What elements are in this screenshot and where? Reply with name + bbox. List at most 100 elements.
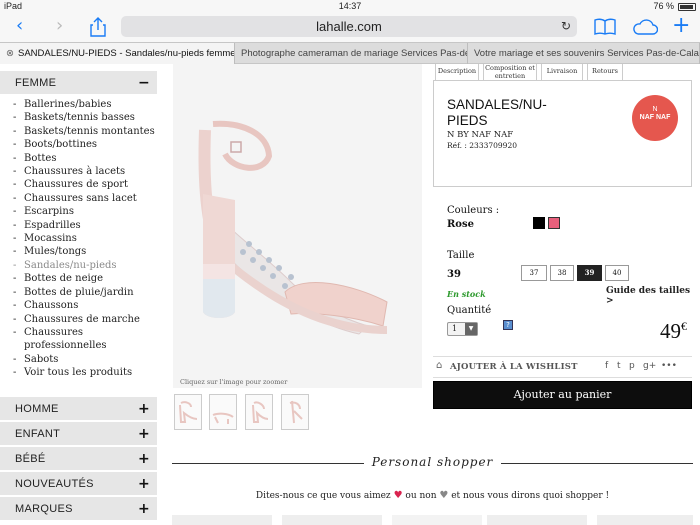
shopper-item-5[interactable] xyxy=(597,515,693,525)
size-40[interactable]: 40 xyxy=(605,265,629,281)
sidebar-section-marques[interactable]: MARQUES + xyxy=(0,497,157,521)
facebook-icon[interactable]: f xyxy=(605,361,608,371)
category-sidebar: FEMME − Ballerines/babiesBaskets/tennis … xyxy=(0,64,157,525)
battery-icon xyxy=(678,3,696,11)
section-title: MARQUES xyxy=(15,503,73,515)
help-icon[interactable]: ? xyxy=(503,320,513,330)
section-title: BÉBÉ xyxy=(15,453,46,465)
thumbnail-3[interactable] xyxy=(245,394,273,430)
close-icon[interactable]: ⊗ xyxy=(6,43,18,64)
url-text: lahalle.com xyxy=(316,19,382,34)
sidebar-category-item[interactable]: Chaussures professionnelles xyxy=(10,326,155,353)
size-label: Taille xyxy=(447,250,475,261)
tab-mariage[interactable]: Votre mariage et ses souvenirs Services … xyxy=(468,43,700,64)
pinterest-icon[interactable]: p xyxy=(629,361,635,371)
expand-icon[interactable]: + xyxy=(138,447,150,471)
clock: 14:37 xyxy=(338,1,362,11)
sidebar-category-item[interactable]: Espadrilles xyxy=(10,219,155,233)
status-bar: iPad 14:37 76 % xyxy=(0,0,700,13)
sidebar-category-item[interactable]: Chaussons xyxy=(10,299,155,313)
shopper-item-4[interactable] xyxy=(487,515,587,525)
size-39[interactable]: 39 xyxy=(577,265,602,281)
tab-livraison[interactable]: Livraison xyxy=(541,64,583,81)
swatch-black[interactable] xyxy=(533,217,545,229)
size-guide-link[interactable]: Guide des tailles > xyxy=(606,286,700,306)
add-to-cart-button[interactable]: Ajouter au panier xyxy=(433,381,692,409)
sidebar-category-item[interactable]: Baskets/tennis basses xyxy=(10,111,155,125)
product-image[interactable] xyxy=(173,64,422,388)
thumbnail-1[interactable] xyxy=(174,394,202,430)
quantity-select[interactable]: 1 ▼ xyxy=(447,322,478,336)
sidebar-category-item[interactable]: Chaussures sans lacet xyxy=(10,192,155,206)
brand-logo: N NAF NAF xyxy=(632,95,678,141)
wishlist-row: ⌂ AJOUTER À LA WISHLIST f t p g+ ••• xyxy=(433,356,692,378)
sidebar-category-item[interactable]: Escarpins xyxy=(10,205,155,219)
tab-photographe[interactable]: Photographe cameraman de mariage Service… xyxy=(235,43,468,64)
sidebar-category-item[interactable]: Sandales/nu-pieds xyxy=(10,259,155,273)
heart-like-icon[interactable]: ♥ xyxy=(394,490,403,501)
shopper-item-3[interactable] xyxy=(392,515,482,525)
sidebar-category-item[interactable]: Chaussures de sport xyxy=(10,178,155,192)
tab-description[interactable]: Description xyxy=(435,64,479,81)
tab-composition[interactable]: Composition et entretien xyxy=(483,64,537,81)
section-title: ENFANT xyxy=(15,428,61,440)
collapse-icon[interactable]: − xyxy=(138,71,150,95)
twitter-icon[interactable]: t xyxy=(617,361,621,371)
size-value: 39 xyxy=(447,269,461,280)
chevron-right-icon[interactable]: › xyxy=(56,15,63,36)
price: 49€ xyxy=(660,319,687,344)
price-value: 49 xyxy=(660,319,681,343)
heart-dislike-icon[interactable]: ♥ xyxy=(439,490,448,501)
book-icon[interactable] xyxy=(594,18,616,39)
quantity-label: Quantité xyxy=(447,305,492,316)
stock-status: En stock xyxy=(447,289,486,299)
product-brand: N BY NAF NAF xyxy=(447,130,514,140)
cloud-icon[interactable] xyxy=(632,19,659,39)
tab-retours[interactable]: Retours xyxy=(587,64,623,81)
shopper-item-1[interactable] xyxy=(172,515,272,525)
swatch-pink[interactable] xyxy=(548,217,560,229)
sidebar-category-item[interactable]: Mocassins xyxy=(10,232,155,246)
thumbnail-2[interactable] xyxy=(209,394,237,430)
expand-icon[interactable]: + xyxy=(138,422,150,446)
currency: € xyxy=(681,319,687,333)
chevron-left-icon[interactable]: ‹ xyxy=(16,15,23,36)
sandal-illustration xyxy=(198,120,388,335)
sidebar-category-item[interactable]: Ballerines/babies xyxy=(10,98,155,112)
address-bar[interactable]: lahalle.com ↻ xyxy=(121,16,577,37)
plus-icon[interactable]: + xyxy=(672,13,690,38)
reload-icon[interactable]: ↻ xyxy=(561,16,571,37)
sidebar-section-femme[interactable]: FEMME − xyxy=(0,71,157,95)
expand-icon[interactable]: + xyxy=(138,397,150,421)
sidebar-category-item[interactable]: Chaussures à lacets xyxy=(10,165,155,179)
sidebar-category-item[interactable]: Mules/tongs xyxy=(10,245,155,259)
sidebar-section-enfant[interactable]: ENFANT + xyxy=(0,422,157,446)
sidebar-category-item[interactable]: Bottes xyxy=(10,152,155,166)
sidebar-category-item[interactable]: Baskets/tennis montantes xyxy=(10,125,155,139)
dropdown-arrow-icon: ▼ xyxy=(465,323,477,335)
logo-text: NAF NAF xyxy=(639,114,671,121)
sidebar-category-item[interactable]: Voir tous les produits xyxy=(10,366,155,380)
shopper-item-2[interactable] xyxy=(282,515,382,525)
sidebar-section-bebe[interactable]: BÉBÉ + xyxy=(0,447,157,471)
sidebar-category-item[interactable]: Bottes de pluie/jardin xyxy=(10,286,155,300)
expand-icon[interactable]: + xyxy=(138,497,150,521)
expand-icon[interactable]: + xyxy=(138,472,150,496)
sidebar-category-item[interactable]: Sabots xyxy=(10,353,155,367)
add-to-wishlist-link[interactable]: AJOUTER À LA WISHLIST xyxy=(450,362,578,372)
sidebar-section-homme[interactable]: HOMME + xyxy=(0,397,157,421)
product-title: SANDALES/NU-PIEDS xyxy=(447,97,547,128)
share-icon[interactable] xyxy=(90,17,106,41)
tab-sandales[interactable]: ⊗ SANDALES/NU-PIEDS - Sandales/nu-pieds f… xyxy=(0,43,235,64)
google-plus-icon[interactable]: g+ xyxy=(643,361,656,371)
thumbnail-4[interactable] xyxy=(281,394,309,430)
sidebar-category-item[interactable]: Chaussures de marche xyxy=(10,313,155,327)
more-icon[interactable]: ••• xyxy=(661,361,677,371)
size-38[interactable]: 38 xyxy=(550,265,574,281)
sidebar-category-item[interactable]: Boots/bottines xyxy=(10,138,155,152)
sidebar-section-nouveautes[interactable]: NOUVEAUTÉS + xyxy=(0,472,157,496)
battery-percent: 76 % xyxy=(653,1,674,11)
colors-label: Couleurs : xyxy=(447,205,500,216)
sidebar-category-item[interactable]: Bottes de neige xyxy=(10,272,155,286)
size-37[interactable]: 37 xyxy=(521,265,547,281)
